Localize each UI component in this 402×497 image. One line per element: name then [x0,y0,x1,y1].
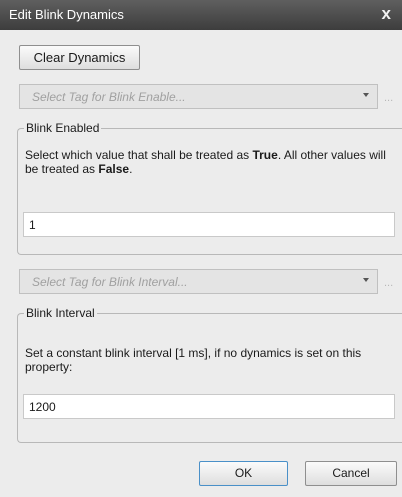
edit-blink-dynamics-dialog: Edit Blink Dynamics x Clear Dynamics Sel… [0,0,402,497]
blink-enabled-value-input[interactable]: 1 [23,212,395,237]
title-bar: Edit Blink Dynamics x [0,0,402,30]
blink-interval-group-label: Blink Interval [24,306,97,320]
blink-enable-browse-button[interactable]: ... [384,92,393,104]
true-word: True [252,148,278,162]
clear-dynamics-button[interactable]: Clear Dynamics [19,45,140,70]
blink-interval-description: Set a constant blink interval [1 ms], if… [25,346,362,374]
blink-interval-tag-dropdown[interactable]: Select Tag for Blink Interval... [19,269,378,294]
blink-enabled-description: Select which value that shall be treated… [25,148,397,176]
chevron-down-icon [363,278,369,282]
blink-interval-browse-button[interactable]: ... [384,277,393,289]
blink-interval-value-input[interactable]: 1200 [23,394,395,419]
chevron-down-icon [363,93,369,97]
blink-enable-tag-placeholder: Select Tag for Blink Enable... [32,90,186,104]
blink-enabled-group: Blink Enabled Select which value that sh… [17,121,402,255]
blink-interval-group: Blink Interval Set a constant blink inte… [17,306,402,443]
blink-enabled-group-label: Blink Enabled [24,121,102,135]
ok-button[interactable]: OK [199,461,288,486]
blink-enable-tag-dropdown[interactable]: Select Tag for Blink Enable... [19,84,378,109]
cancel-button[interactable]: Cancel [305,461,397,486]
false-word: False [98,162,130,176]
dialog-title: Edit Blink Dynamics [9,7,124,22]
close-button[interactable]: x [382,4,391,24]
desc-suffix: . [129,162,133,176]
desc-prefix: Select which value that shall be treated… [25,148,253,162]
blink-interval-tag-placeholder: Select Tag for Blink Interval... [32,275,188,289]
